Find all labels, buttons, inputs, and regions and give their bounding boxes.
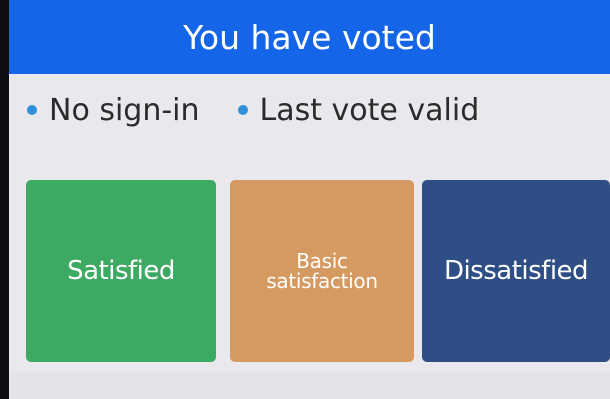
vote-basic-label-line2: satisfaction: [266, 269, 378, 293]
vote-dissatisfied-label: Dissatisfied: [443, 256, 589, 286]
vote-basic-satisfaction-button[interactable]: Basic satisfaction: [230, 180, 414, 362]
vote-dissatisfied-button[interactable]: Dissatisfied: [422, 180, 610, 362]
vote-satisfied-button[interactable]: Satisfied: [26, 180, 216, 362]
bottom-area: [9, 372, 610, 399]
status-item-last-vote-valid: Last vote valid: [237, 92, 480, 128]
status-label: No sign-in: [49, 92, 200, 128]
bullet-dot-icon: [27, 105, 37, 115]
vote-basic-satisfaction-label: Basic satisfaction: [266, 251, 378, 291]
vote-basic-label-line1: Basic: [296, 249, 348, 273]
status-item-no-sign-in: No sign-in: [27, 93, 200, 128]
bullet-dot-icon: [237, 105, 248, 115]
page-title: You have voted: [183, 17, 436, 57]
status-info-row: No sign-in Last vote valid: [9, 82, 610, 138]
vote-satisfied-label: Satisfied: [67, 256, 175, 286]
kiosk-screen: You have voted No sign-in Last vote vali…: [9, 0, 610, 399]
status-label: Last vote valid: [259, 92, 480, 128]
header-bar: You have voted: [9, 0, 610, 74]
